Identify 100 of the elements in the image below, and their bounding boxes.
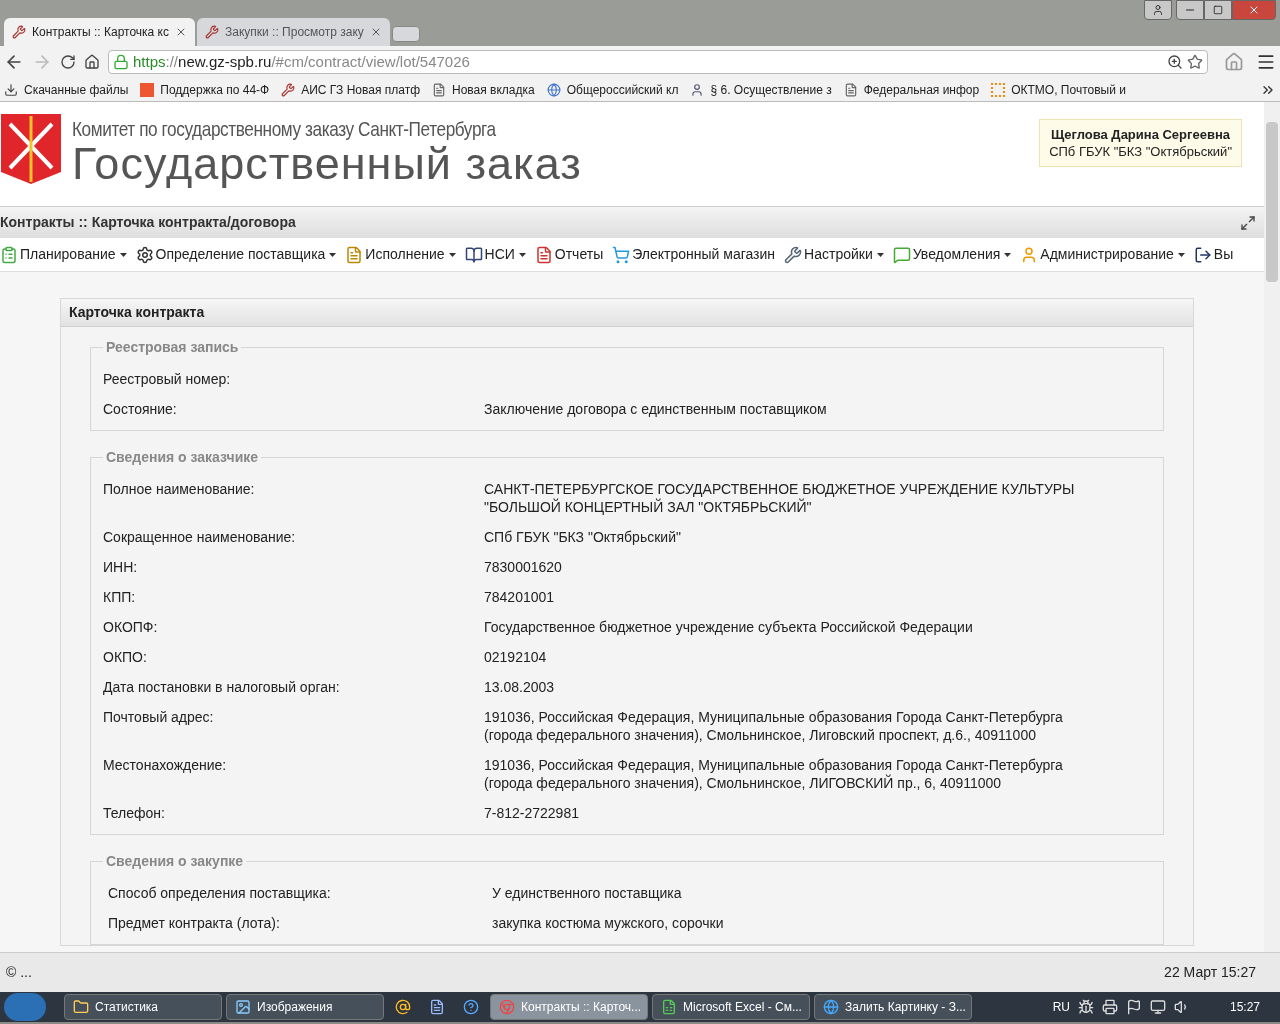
window-icon[interactable] [1240,214,1256,231]
field-value: 191036, Российская Федерация, Муниципальные образования Города Санкт-Петербурга (города федерального значения), Смольнинское, ЛИГОВСКИЙ пр., 6, 40911000 [484,756,1064,792]
network-icon[interactable] [1149,999,1166,1015]
notification-icon [892,245,911,264]
home-icon[interactable] [84,54,100,70]
field-label: Дата постановки в налоговый орган: [103,678,341,696]
reload-icon[interactable] [60,54,76,70]
field-label: Телефон: [103,804,166,822]
documents-icon [345,245,364,264]
user-name: Щеглова Дарина Сергеевна [1050,126,1231,143]
minimize-button[interactable] [1176,0,1204,20]
bookmark-link[interactable]: АИС ГЗ Новая платф [281,80,420,99]
flag-icon[interactable] [1125,999,1142,1015]
field-label: ИНН: [103,558,139,576]
card-title: Карточка контракта [61,299,1193,327]
bookmark-link[interactable]: ОКТМО, Почтовый и [991,80,1126,99]
field-value: 7-812-2722981 [484,804,580,822]
menu-icon[interactable] [1256,52,1276,72]
menu-item[interactable]: НСИ [464,244,526,265]
tab-title: Закупки :: Просмотр заку [225,24,364,41]
wrench-icon [784,245,803,264]
menu-item[interactable]: Настройки [784,244,884,265]
field-label: Предмет контракта (лота): [108,914,281,932]
field-value: 784201001 [484,588,556,606]
bookmark-link[interactable]: § 6. Осуществление з [690,80,832,99]
field-value: закупка костюма мужского, сорочки [492,914,725,932]
zoom-icon[interactable] [1167,54,1183,70]
address-bar[interactable]: https://new.gz-spb.ru/#cm/contract/view/lot/547026 [108,50,1208,74]
section-title: Сведения о заказчике [105,448,260,467]
profile-button[interactable] [1144,0,1172,20]
star-icon[interactable] [1187,54,1203,70]
field-value: САНКТ-ПЕТЕРБУРГСКОЕ ГОСУДАРСТВЕННОЕ БЮДЖЕТНОЕ УЧРЕЖДЕНИЕ КУЛЬТУРЫ "БОЛЬШОЙ КОНЦЕРТНЫЙ ЗАЛ "ОКТЯБРЬСКИЙ" [484,480,1076,516]
field-label: Состояние: [103,400,178,418]
page-title: Контракты :: Карточка контракта/договора [0,213,296,232]
taskbar-button[interactable]: Microsoft Excel - См... [652,994,810,1020]
start-button[interactable] [4,993,46,1021]
menu-item[interactable]: Отчеты [534,244,604,265]
bug-icon[interactable] [1077,999,1094,1015]
menu-item[interactable]: Администрирование [1020,244,1185,265]
bookmark-link[interactable]: Общероссийский кл [546,80,679,99]
field-label: ОКОПФ: [103,618,159,636]
field-label: КПП: [103,588,137,606]
field-label: ОКПО: [103,648,148,666]
maximize-icon [1213,5,1223,15]
url-text: https://new.gz-spb.ru/#cm/contract/view/lot/547026 [133,51,471,72]
field-value: 13.08.2003 [484,678,556,696]
menu-item[interactable]: Уведомления [892,244,1012,265]
field-value: 7830001620 [484,558,563,576]
field-value: У единственного поставщика [492,884,683,902]
field-value: 02192104 [484,648,548,666]
menu-item[interactable]: Электронный магазин [612,244,776,265]
book-icon [464,245,483,264]
bookmark-link[interactable]: Скачанные файлы [4,80,129,99]
maximize-button[interactable] [1204,0,1232,20]
menu-item[interactable]: Вы [1193,244,1234,265]
bookmark-link[interactable]: Федеральная инфор [843,80,980,99]
globe-icon [546,82,561,97]
close-icon[interactable] [175,26,187,38]
taskbar-button[interactable]: Статистика [64,994,222,1020]
download-icon [4,82,18,97]
person-icon [690,82,705,97]
browser-tab[interactable]: Закупки :: Просмотр заку [197,18,390,46]
list-icon [0,245,18,264]
picture-icon [235,999,251,1015]
field-value: 191036, Российская Федерация, Муниципальные образования Города Санкт-Петербурга (города федерального значения), Смольнинское, Лиговский проспект, д.6., 40911000 [484,708,1064,744]
language-indicator[interactable]: RU [1052,998,1070,1016]
field-value: Заключение договора с единственным поставщиком [484,400,828,418]
scrollbar[interactable] [1264,102,1280,952]
taskbar-button[interactable]: Изображения [226,994,384,1020]
browser-tab[interactable]: Контракты :: Карточка кс [4,18,195,46]
field-value: Государственное бюджетное учреждение субъекта Российской Федерации [484,618,974,636]
folder-icon [73,999,89,1015]
menu-item[interactable]: Планирование [0,244,127,265]
field-label: Полное наименование: [103,480,256,499]
document-icon [429,999,445,1015]
spreadsheet-icon [661,999,677,1015]
site-title: Государственный заказ [72,142,583,186]
section-title: Сведения о закупке [105,852,245,871]
person-icon [1152,4,1164,16]
taskbar-button[interactable]: Залить Картинку - З... [814,994,972,1020]
bookmark-link[interactable]: Поддержка по 44-Ф [140,80,270,99]
date-time: 22 Март 15:27 [1164,963,1256,982]
menu-item[interactable]: Определение поставщика [135,244,337,265]
field-label: Способ определения поставщика: [108,884,332,902]
scrollbar-thumb[interactable] [1266,122,1278,282]
exit-icon [1193,245,1212,264]
organization-name: Комитет по государственному заказу Санкт-Петербурга [72,116,496,142]
printer-icon[interactable] [1101,999,1118,1015]
field-label: Сокращенное наименование: [103,528,297,546]
bookmark-link[interactable]: Новая вкладка [432,80,535,99]
field-value: СПб ГБУК "БКЗ "Октябрьский" [484,528,682,546]
at-sign-icon [395,999,411,1015]
logo-icon [140,82,155,97]
page-icon [843,82,858,97]
tab-title: Контракты :: Карточка кс [32,24,169,41]
menu-item[interactable]: Исполнение [345,244,456,265]
copyright-text: © ... [6,963,32,982]
clock[interactable]: 15:27 [1229,998,1260,1016]
field-label: Местонахождение: [103,756,228,775]
field-label: Почтовый адрес: [103,708,215,727]
